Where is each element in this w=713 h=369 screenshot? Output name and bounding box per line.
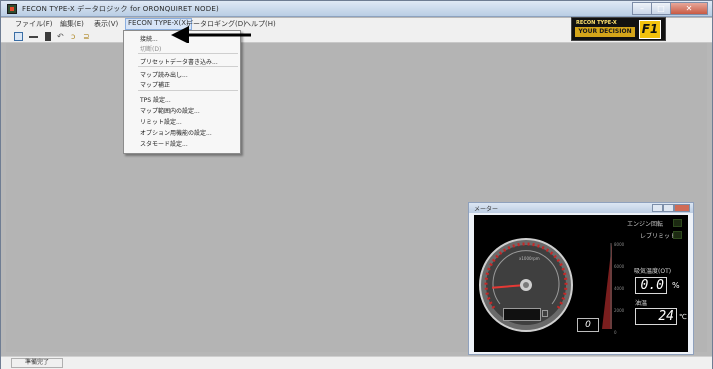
fecon-dropdown-menu: 接続... 切断(D) プリセットデータ書き込み... マップ読み出し... マ… xyxy=(123,30,241,154)
menu-item-connect[interactable]: 接続... xyxy=(140,34,158,43)
oil-temp-unit: ℃ xyxy=(679,313,687,321)
intake-temp-value: 0.0 xyxy=(635,277,667,294)
meter-maximize-button[interactable] xyxy=(663,204,674,212)
menu-view[interactable]: 表示(V) xyxy=(94,19,118,29)
meter-window-title: メーター xyxy=(474,206,499,213)
menu-item-preset-write[interactable]: プリセットデータ書き込み... xyxy=(140,57,218,66)
brand-line1: RECON TYPE-X xyxy=(576,20,617,26)
close-icon: ✕ xyxy=(685,4,693,13)
menu-item-map-read[interactable]: マップ読み出し... xyxy=(140,70,188,79)
digital-rpm-display xyxy=(503,308,541,321)
brand-f1-badge: F1 xyxy=(639,20,661,39)
menu-separator xyxy=(138,53,238,54)
folder-icon[interactable]: ↄ xyxy=(71,32,80,41)
close-button[interactable]: ✕ xyxy=(670,2,708,15)
window-controls: – □ ✕ xyxy=(632,2,708,15)
app-icon xyxy=(7,4,17,14)
minimize-button[interactable]: – xyxy=(632,2,652,15)
status-text: 準備完了 xyxy=(11,358,63,368)
meter-window[interactable]: メーター エンジン回転 レブリミット x1000rpm 0 吸気温度(OT) 0… xyxy=(468,202,694,355)
menu-item-map-range[interactable]: マップ範囲内の設定... xyxy=(140,106,200,115)
engine-speed-label: エンジン回転 xyxy=(627,221,664,228)
menu-separator xyxy=(138,90,238,91)
tachometer-gauge: x1000rpm xyxy=(479,238,573,332)
menu-item-option[interactable]: オプション用機能の設定... xyxy=(140,128,212,137)
folder-open-icon[interactable]: ⊇ xyxy=(83,32,92,41)
gear-indicator: 0 xyxy=(577,318,599,332)
menu-edit[interactable]: 編集(E) xyxy=(60,19,84,29)
menu-file[interactable]: ファイル(F) xyxy=(15,19,53,29)
menu-item-mode[interactable]: スタモード設定... xyxy=(140,139,188,148)
rev-limit-indicator xyxy=(673,231,682,239)
engine-indicator xyxy=(673,219,682,227)
rpm-bar-tick-label: 6000 xyxy=(614,264,625,269)
rpm-bar-scale xyxy=(602,243,612,329)
rpm-bar-tick-label: 2000 xyxy=(614,308,625,313)
minimize-icon: – xyxy=(640,4,644,13)
menu-item-map-correct[interactable]: マップ補正 xyxy=(140,80,170,89)
rpm-bar-tick-label: 0 xyxy=(614,330,617,335)
menu-item-disconnect: 切断(D) xyxy=(140,46,162,53)
digital-rpm-unit xyxy=(542,310,548,317)
menu-separator xyxy=(138,66,238,67)
oil-temp-label: 油温 xyxy=(635,300,648,307)
new-file-icon[interactable] xyxy=(14,32,23,41)
brand-logo: RECON TYPE-X YOUR DECISION F1 xyxy=(571,17,666,41)
minus-icon[interactable] xyxy=(29,36,38,38)
svg-text:x1000rpm: x1000rpm xyxy=(519,256,540,261)
app-window: FECON TYPE-X データロジック for ORONQUIRET NODE… xyxy=(0,0,713,369)
maximize-button[interactable]: □ xyxy=(651,2,671,15)
rev-limit-label: レブリミット xyxy=(640,233,677,240)
rpm-bar-tick-label: 8000 xyxy=(614,242,625,247)
oil-temp-value: 24 xyxy=(635,308,677,325)
meter-minimize-button[interactable] xyxy=(652,204,663,212)
brand-line2: YOUR DECISION xyxy=(575,27,635,37)
undo-icon[interactable]: ↶ xyxy=(57,32,66,41)
meter-close-button[interactable] xyxy=(674,204,690,212)
status-bar: 準備完了 xyxy=(1,356,712,369)
menu-item-tps-setting[interactable]: TPS 設定... xyxy=(140,95,171,104)
intake-temp-unit: % xyxy=(672,281,680,290)
callout-arrow-icon xyxy=(171,26,251,43)
rpm-bar-tick-label: 4000 xyxy=(614,286,625,291)
intake-temp-label: 吸気温度(OT) xyxy=(634,268,672,275)
save-icon[interactable] xyxy=(45,32,51,41)
menu-item-limit[interactable]: リミット設定... xyxy=(140,117,182,126)
maximize-icon: □ xyxy=(657,4,665,13)
meter-title-bar[interactable]: メーター xyxy=(469,203,693,213)
window-title: FECON TYPE-X データロジック for ORONQUIRET NODE… xyxy=(22,5,219,13)
title-bar[interactable]: FECON TYPE-X データロジック for ORONQUIRET NODE… xyxy=(1,1,712,17)
meter-panel: エンジン回転 レブリミット x1000rpm 0 吸気温度(OT) 0.0 % … xyxy=(474,215,688,352)
